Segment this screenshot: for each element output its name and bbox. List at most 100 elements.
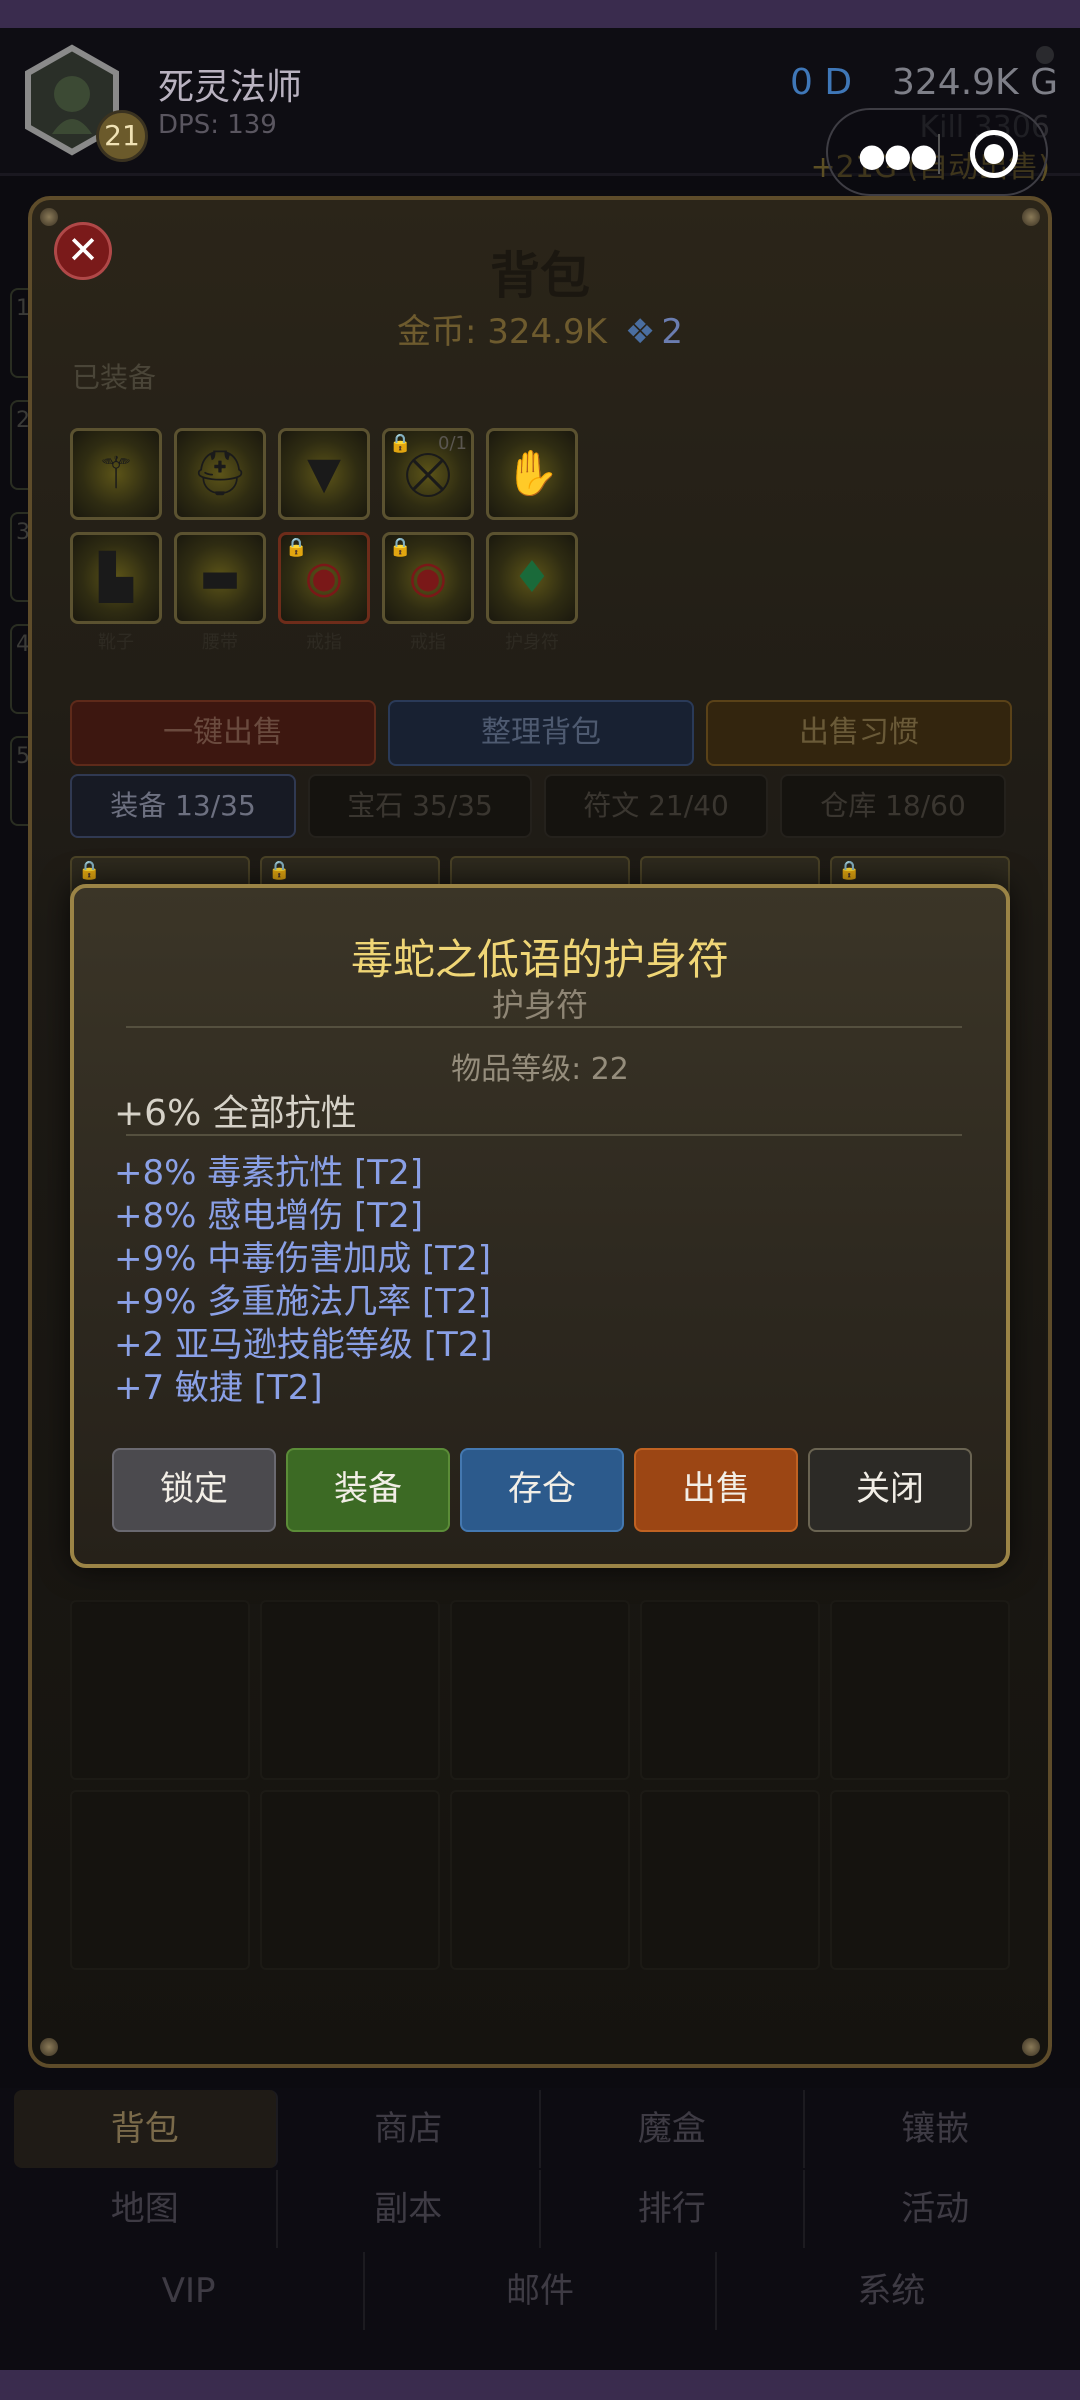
slot-caption: 护身符	[505, 632, 559, 653]
inventory-slot[interactable]	[450, 1600, 630, 1780]
item-implicit-stat: +6% 全部抗性	[114, 1093, 357, 1134]
nav-vip[interactable]: VIP	[14, 2252, 366, 2330]
nav-magic-box[interactable]: 魔盒	[541, 2090, 805, 2168]
equip-slot-helmet[interactable]: ⛑	[174, 428, 266, 520]
slot-caption: 腰带	[202, 632, 238, 653]
nav-row-3: VIP 邮件 系统	[14, 2252, 1066, 2330]
nav-dungeon[interactable]: 副本	[278, 2170, 541, 2248]
tab-warehouse[interactable]: 仓库 18/60	[780, 774, 1006, 838]
capsule-divider	[938, 134, 940, 174]
hero-header: 21 死灵法师 DPS: 139 0 D 324.9K G Kill 3306 …	[0, 28, 1080, 196]
amulet-icon: ♦	[512, 552, 552, 603]
equip-slot-ring-2[interactable]: ◉ 🔒	[382, 532, 474, 624]
panel-title: 背包	[490, 247, 590, 305]
equip-slot-boots[interactable]: ▙	[70, 532, 162, 624]
slot-count: 0/1	[438, 433, 467, 454]
item-affix: +9% 多重施法几率 [T2]	[114, 1282, 491, 1322]
gold-amount: 金币: 324.9K	[396, 312, 607, 352]
nav-inlay[interactable]: 镶嵌	[805, 2090, 1067, 2168]
equip-slot-belt[interactable]: ▬	[174, 532, 266, 624]
item-level: 物品等级: 22	[451, 1052, 629, 1087]
equip-slot-armor[interactable]: ▼	[278, 428, 370, 520]
gem-icon: ❖	[624, 312, 656, 352]
rivet-decoration	[40, 208, 58, 226]
store-item-button[interactable]: 存仓	[460, 1448, 624, 1532]
tab-equipment[interactable]: 装备 13/35	[70, 774, 296, 838]
sell-all-button[interactable]: 一键出售	[70, 700, 376, 766]
nav-map[interactable]: 地图	[14, 2170, 278, 2248]
more-menu-icon[interactable]: ●●●	[858, 136, 938, 174]
rivet-decoration	[40, 2038, 58, 2056]
rivet-decoration	[1022, 208, 1040, 226]
nav-row-2: 地图 副本 排行 活动	[14, 2170, 1066, 2248]
hero-name: 死灵法师	[158, 67, 303, 108]
gem-count: 2	[661, 312, 684, 352]
item-affix: +8% 感电增伤 [T2]	[114, 1196, 423, 1236]
tab-runes[interactable]: 符文 21/40	[544, 774, 768, 838]
chest-armor-icon: ▼	[307, 448, 341, 499]
boots-icon: ▙	[99, 552, 133, 603]
nav-system[interactable]: 系统	[717, 2252, 1066, 2330]
lock-item-button[interactable]: 锁定	[112, 1448, 276, 1532]
inventory-slot[interactable]	[640, 1790, 820, 1970]
equip-slot-shield[interactable]: ⛒ 🔒 0/1	[382, 428, 474, 520]
item-affix-list: +8% 毒素抗性 [T2] +8% 感电增伤 [T2] +9% 中毒伤害加成 […	[114, 1152, 493, 1410]
staff-icon: ⚚	[96, 448, 136, 499]
game-screen: 21 死灵法师 DPS: 139 0 D 324.9K G Kill 3306 …	[0, 28, 1080, 2370]
nav-events[interactable]: 活动	[805, 2170, 1067, 2248]
equip-slot-ring-1[interactable]: ◉ 🔒	[278, 532, 370, 624]
currency-g: 324.9K G	[892, 62, 1059, 103]
lock-icon: 🔒	[389, 433, 412, 454]
sell-habit-button[interactable]: 出售习惯	[706, 700, 1012, 766]
hero-level-badge: 21	[96, 110, 148, 162]
tab-gems[interactable]: 宝石 35/35	[308, 774, 532, 838]
miniprogram-capsule[interactable]: ●●●	[826, 108, 1048, 196]
equip-slot-weapon[interactable]: ⚚	[70, 428, 162, 520]
inventory-slot[interactable]	[640, 1600, 820, 1780]
nav-backpack[interactable]: 背包	[14, 2090, 278, 2168]
item-tooltip: 毒蛇之低语的护身符 护身符 物品等级: 22 +6% 全部抗性 +8% 毒素抗性…	[70, 884, 1010, 1568]
rivet-decoration	[1022, 2038, 1040, 2056]
gold-summary: 金币: 324.9K ❖ 2	[32, 304, 1048, 353]
hero-dps: DPS: 139	[158, 110, 277, 140]
inventory-slot[interactable]	[260, 1790, 440, 1970]
slot-caption: 戒指	[410, 632, 446, 653]
currency-d: 0 D	[790, 62, 853, 103]
nav-row-1: 背包 商店 魔盒 镶嵌	[14, 2090, 1066, 2168]
helmet-icon: ⛑	[192, 448, 248, 499]
gloves-icon: ✋	[504, 448, 560, 499]
item-affix: +9% 中毒伤害加成 [T2]	[114, 1239, 491, 1279]
lock-icon: 🔒	[285, 537, 308, 558]
divider	[126, 1134, 962, 1136]
inventory-slot[interactable]	[830, 1790, 1010, 1970]
item-affix: +7 敏捷 [T2]	[114, 1368, 323, 1408]
divider	[126, 1026, 962, 1028]
inventory-slot[interactable]	[450, 1790, 630, 1970]
nav-ranking[interactable]: 排行	[541, 2170, 805, 2248]
close-tooltip-button[interactable]: 关闭	[808, 1448, 972, 1532]
item-affix: +8% 毒素抗性 [T2]	[114, 1153, 423, 1193]
item-name: 毒蛇之低语的护身符	[350, 935, 729, 984]
close-miniprogram-icon[interactable]	[970, 130, 1018, 178]
inventory-slot[interactable]	[830, 1600, 1010, 1780]
inventory-slot[interactable]	[260, 1600, 440, 1780]
lock-icon: 🔒	[389, 537, 412, 558]
lock-icon: 🔒	[838, 860, 861, 881]
belt-icon: ▬	[199, 552, 241, 603]
nav-shop[interactable]: 商店	[278, 2090, 541, 2168]
equipped-label: 已装备	[72, 361, 157, 394]
status-dot-icon	[1036, 46, 1054, 64]
slot-caption: 戒指	[306, 632, 342, 653]
lock-icon: 🔒	[268, 860, 291, 881]
nav-mail[interactable]: 邮件	[365, 2252, 717, 2330]
sell-item-button[interactable]: 出售	[634, 1448, 798, 1532]
item-type: 护身符	[491, 986, 588, 1024]
inventory-slot[interactable]	[70, 1600, 250, 1780]
equip-item-button[interactable]: 装备	[286, 1448, 450, 1532]
equip-slot-amulet[interactable]: ♦	[486, 532, 578, 624]
lock-icon: 🔒	[78, 860, 101, 881]
inventory-slot[interactable]	[70, 1790, 250, 1970]
equip-slot-gloves[interactable]: ✋	[486, 428, 578, 520]
sort-backpack-button[interactable]: 整理背包	[388, 700, 694, 766]
item-affix: +2 亚马逊技能等级 [T2]	[114, 1325, 493, 1365]
